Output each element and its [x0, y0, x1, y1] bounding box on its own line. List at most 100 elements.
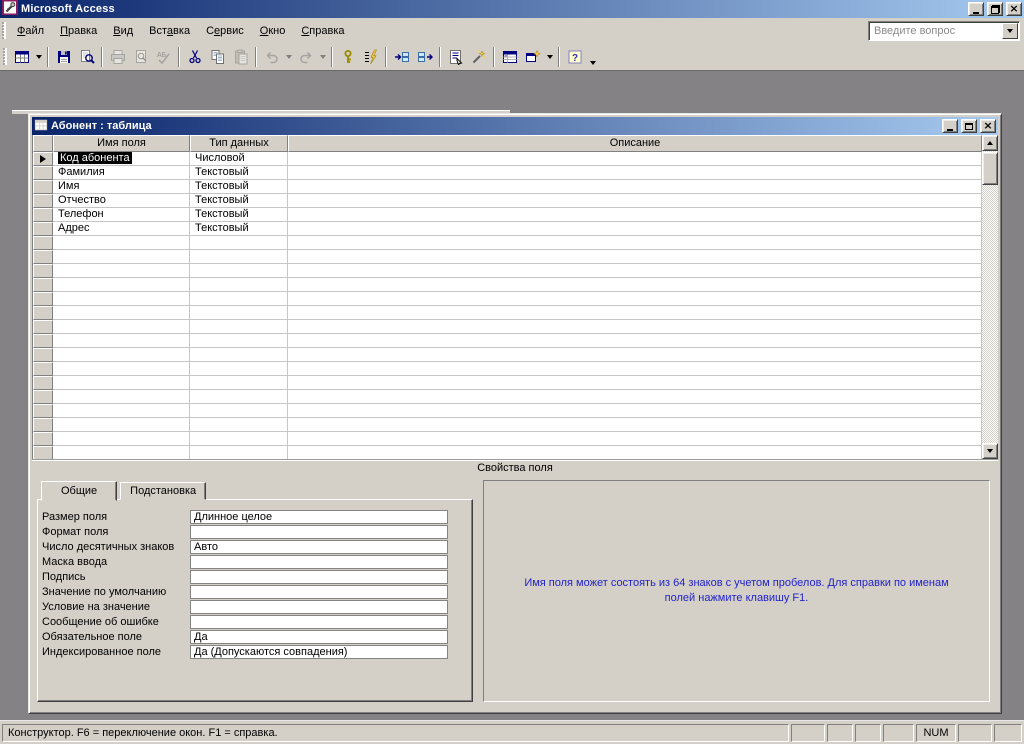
data-type-cell[interactable] — [190, 418, 288, 432]
menubar-grip-handle[interactable] — [2, 22, 6, 39]
save-button[interactable] — [52, 46, 75, 68]
description-cell[interactable] — [288, 278, 982, 292]
help-button[interactable]: ? — [563, 46, 586, 68]
description-cell[interactable] — [288, 264, 982, 278]
undo-button[interactable] — [260, 46, 283, 68]
row-selector[interactable] — [33, 222, 53, 236]
row-selector[interactable] — [33, 348, 53, 362]
description-cell[interactable] — [288, 208, 982, 222]
data-type-cell[interactable] — [190, 250, 288, 264]
description-cell[interactable] — [288, 432, 982, 446]
menu-insert[interactable]: Вставка — [141, 21, 198, 41]
tab-general[interactable]: Общие — [41, 481, 117, 501]
menu-view[interactable]: Вид — [105, 21, 141, 41]
menu-edit[interactable]: Правка — [52, 21, 105, 41]
field-name-cell[interactable]: Имя — [53, 180, 190, 194]
menu-window[interactable]: Окно — [252, 21, 294, 41]
print-button[interactable] — [106, 46, 129, 68]
undo-button-dropdown[interactable] — [283, 46, 294, 68]
field-name-cell[interactable] — [53, 348, 190, 362]
new-object-button-dropdown[interactable] — [544, 46, 555, 68]
primary-key-button[interactable] — [336, 46, 359, 68]
description-cell[interactable] — [288, 292, 982, 306]
row-selector[interactable] — [33, 404, 53, 418]
data-type-cell[interactable]: Текстовый — [190, 222, 288, 236]
restore-button[interactable] — [987, 2, 1003, 16]
minimize-button[interactable] — [968, 2, 984, 16]
properties-button[interactable] — [444, 46, 467, 68]
data-type-cell[interactable] — [190, 348, 288, 362]
data-type-cell[interactable] — [190, 404, 288, 418]
property-value-field[interactable] — [190, 615, 448, 629]
field-name-cell[interactable]: Телефон — [53, 208, 190, 222]
menu-file[interactable]: Файл — [9, 21, 52, 41]
insert-rows-button[interactable] — [390, 46, 413, 68]
table-window-titlebar[interactable]: Абонент : таблица × — [32, 117, 998, 135]
new-object-button[interactable] — [521, 46, 544, 68]
data-type-cell[interactable] — [190, 236, 288, 250]
grid-vertical-scrollbar[interactable] — [982, 135, 998, 459]
description-cell[interactable] — [288, 404, 982, 418]
data-type-cell[interactable] — [190, 264, 288, 278]
description-cell[interactable] — [288, 348, 982, 362]
table-maximize-button[interactable] — [961, 119, 977, 133]
description-cell[interactable] — [288, 390, 982, 404]
data-type-cell[interactable] — [190, 320, 288, 334]
data-type-cell[interactable] — [190, 278, 288, 292]
data-type-cell[interactable] — [190, 390, 288, 404]
field-name-cell[interactable] — [53, 446, 190, 459]
field-name-cell[interactable] — [53, 292, 190, 306]
data-type-cell[interactable]: Текстовый — [190, 180, 288, 194]
description-cell[interactable] — [288, 236, 982, 250]
file-search-button[interactable] — [75, 46, 98, 68]
description-cell[interactable] — [288, 152, 982, 166]
data-type-cell[interactable]: Текстовый — [190, 166, 288, 180]
property-value-field[interactable] — [190, 555, 448, 569]
ask-question-dropdown-button[interactable] — [1002, 23, 1018, 39]
field-name-cell[interactable]: Фамилия — [53, 166, 190, 180]
property-value-field[interactable] — [190, 600, 448, 614]
description-cell[interactable] — [288, 166, 982, 180]
row-selector[interactable] — [33, 278, 53, 292]
description-cell[interactable] — [288, 320, 982, 334]
database-window-button[interactable] — [498, 46, 521, 68]
property-value-field[interactable]: Длинное целое — [190, 510, 448, 524]
app-titlebar[interactable]: Microsoft Access × — [0, 0, 1024, 18]
description-cell[interactable] — [288, 306, 982, 320]
row-selector[interactable] — [33, 264, 53, 278]
row-selector[interactable] — [33, 208, 53, 222]
description-cell[interactable] — [288, 250, 982, 264]
field-name-cell[interactable] — [53, 278, 190, 292]
field-name-cell[interactable] — [53, 390, 190, 404]
row-selector[interactable] — [33, 250, 53, 264]
property-value-field[interactable]: Да — [190, 630, 448, 644]
description-cell[interactable] — [288, 362, 982, 376]
description-cell[interactable] — [288, 180, 982, 194]
data-type-cell[interactable]: Текстовый — [190, 194, 288, 208]
scroll-up-button[interactable] — [982, 135, 998, 151]
row-selector[interactable] — [33, 152, 53, 166]
row-selector[interactable] — [33, 432, 53, 446]
redo-button-dropdown[interactable] — [317, 46, 328, 68]
row-selector[interactable] — [33, 236, 53, 250]
tab-lookup[interactable]: Подстановка — [120, 482, 206, 500]
field-name-cell[interactable]: Код абонента — [53, 152, 190, 166]
close-button[interactable]: × — [1006, 2, 1022, 16]
field-name-cell[interactable] — [53, 334, 190, 348]
field-name-cell[interactable] — [53, 236, 190, 250]
data-type-cell[interactable] — [190, 432, 288, 446]
menu-tools[interactable]: Сервис — [198, 21, 252, 41]
row-selector[interactable] — [33, 292, 53, 306]
table-minimize-button[interactable] — [942, 119, 958, 133]
ask-question-combobox[interactable]: Введите вопрос — [868, 21, 1020, 41]
redo-button[interactable] — [294, 46, 317, 68]
field-name-cell[interactable]: Адрес — [53, 222, 190, 236]
field-name-cell[interactable] — [53, 264, 190, 278]
field-name-cell[interactable] — [53, 432, 190, 446]
property-value-field[interactable] — [190, 525, 448, 539]
copy-button[interactable] — [206, 46, 229, 68]
toolbar-options-button[interactable] — [588, 46, 598, 68]
data-type-cell[interactable] — [190, 292, 288, 306]
scroll-down-button[interactable] — [982, 443, 998, 459]
indexes-button[interactable] — [359, 46, 382, 68]
